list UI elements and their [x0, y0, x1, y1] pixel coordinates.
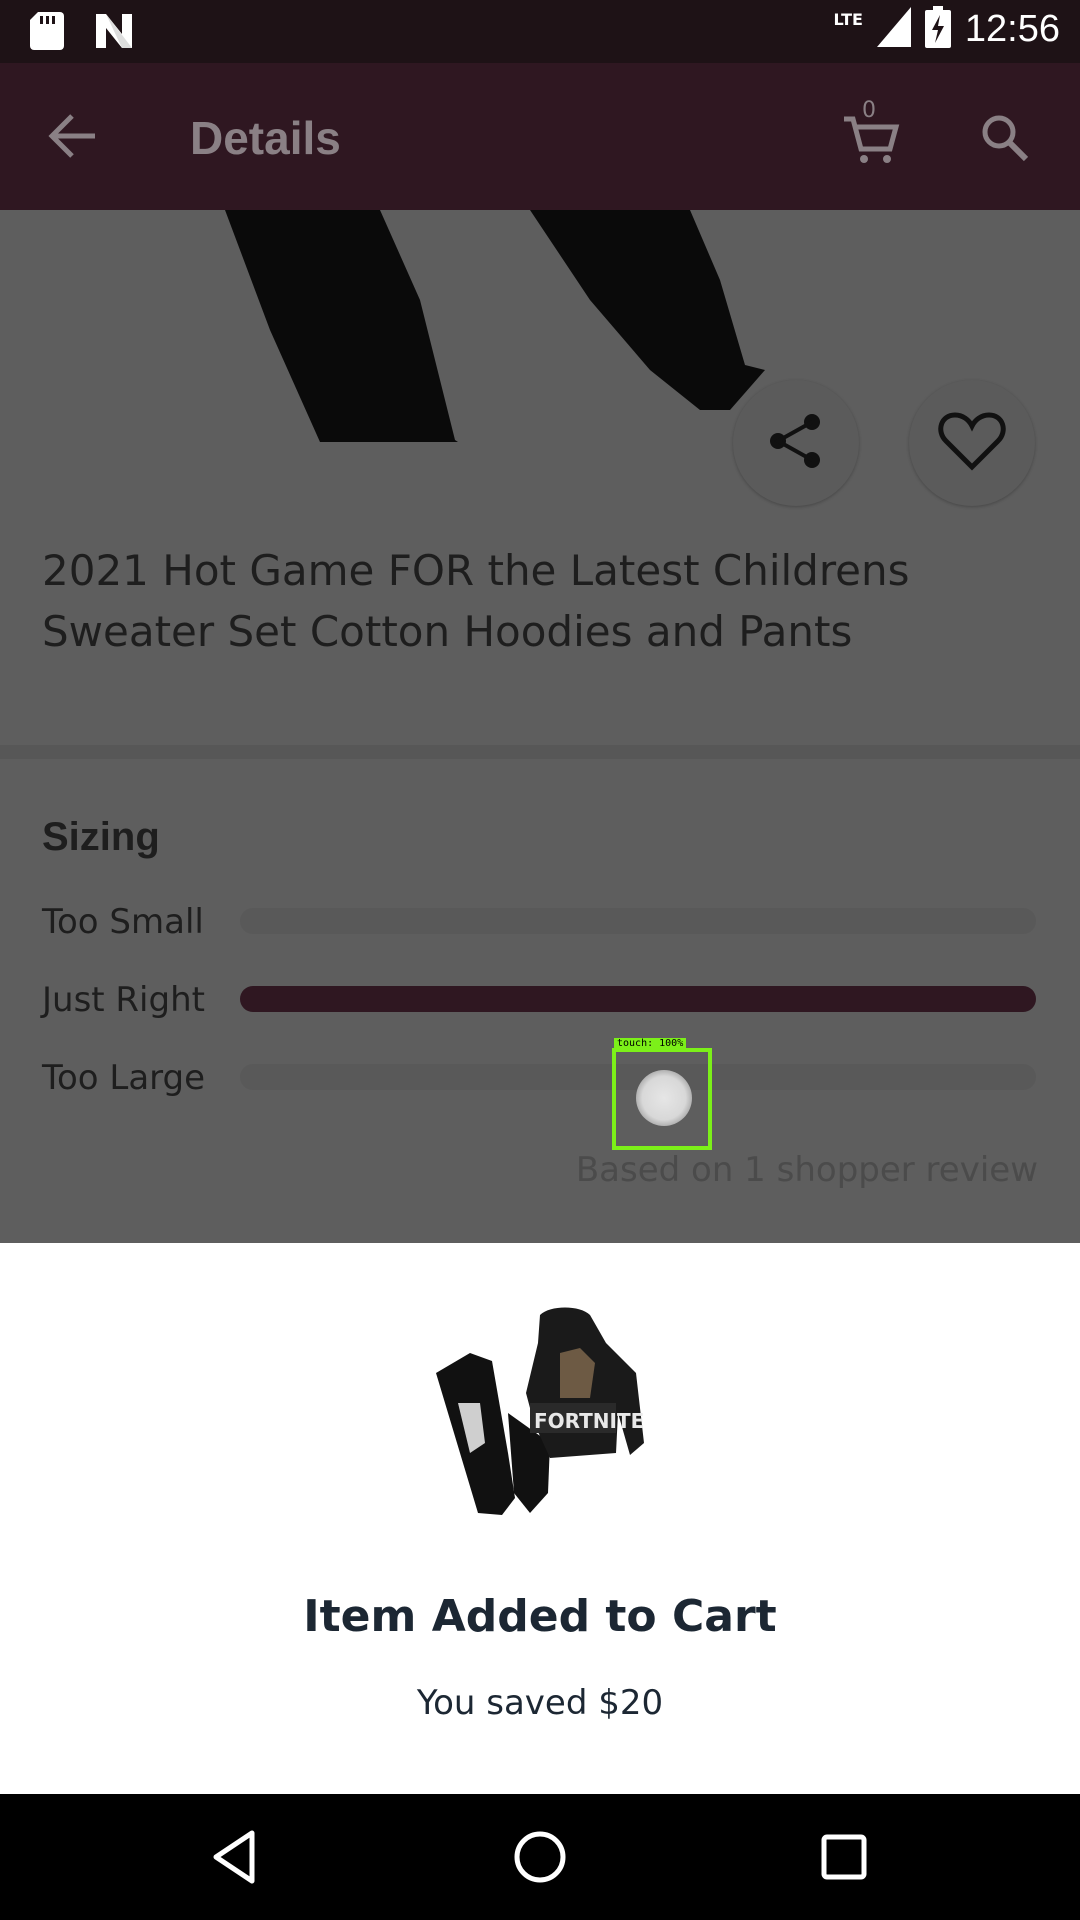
review-count-note: Based on 1 shopper review: [575, 1150, 1038, 1190]
heart-icon: [938, 411, 1006, 475]
app-header: Details 0: [0, 63, 1080, 210]
sizing-label: Too Small: [42, 902, 204, 942]
status-time: 12:56: [964, 7, 1060, 50]
product-details: 2021 Hot Game FOR the Latest Childrens S…: [0, 210, 1080, 1243]
recents-square-icon[interactable]: [814, 1827, 874, 1887]
sheet-title: Item Added to Cart: [303, 1591, 777, 1642]
savings-text: You saved $20: [416, 1683, 664, 1723]
section-divider: [0, 745, 1080, 759]
sizing-row-too-large: Too Large: [42, 1058, 1038, 1098]
sd-card-icon: [30, 12, 64, 54]
sizing-row-just-right: Just Right: [42, 980, 1038, 1020]
share-icon: [768, 412, 824, 474]
sizing-label: Just Right: [42, 980, 205, 1020]
sizing-bar: [240, 908, 1036, 934]
touch-point: [636, 1070, 692, 1126]
n-logo-icon: [94, 12, 134, 54]
signal-icon: [876, 7, 911, 51]
share-button[interactable]: [733, 380, 859, 506]
sizing-bar: [240, 986, 1036, 1012]
search-icon[interactable]: [980, 113, 1030, 167]
favorite-button[interactable]: [909, 380, 1035, 506]
sizing-title: Sizing: [42, 815, 160, 859]
cart-count-badge: 0: [862, 98, 876, 123]
product-thumbnail: FORTNITE: [430, 1303, 650, 1518]
system-nav-bar: [0, 1794, 1080, 1920]
product-title: 2021 Hot Game FOR the Latest Childrens S…: [42, 546, 910, 656]
home-circle-icon[interactable]: [510, 1827, 570, 1887]
battery-charging-icon: [924, 6, 951, 52]
thumbnail-logo-text: FORTNITE: [534, 1409, 644, 1433]
lte-label: LTE: [833, 9, 863, 29]
added-to-cart-sheet: FORTNITE Item Added to Cart You saved $2…: [0, 1243, 1080, 1794]
back-arrow-icon[interactable]: [48, 113, 98, 163]
back-triangle-icon[interactable]: [206, 1827, 266, 1887]
status-bar: LTE 12:56: [0, 0, 1080, 63]
sizing-row-too-small: Too Small: [42, 902, 1038, 942]
page-title: Details: [190, 112, 341, 164]
sizing-bar-fill: [240, 986, 1036, 1012]
sizing-label: Too Large: [42, 1058, 206, 1098]
